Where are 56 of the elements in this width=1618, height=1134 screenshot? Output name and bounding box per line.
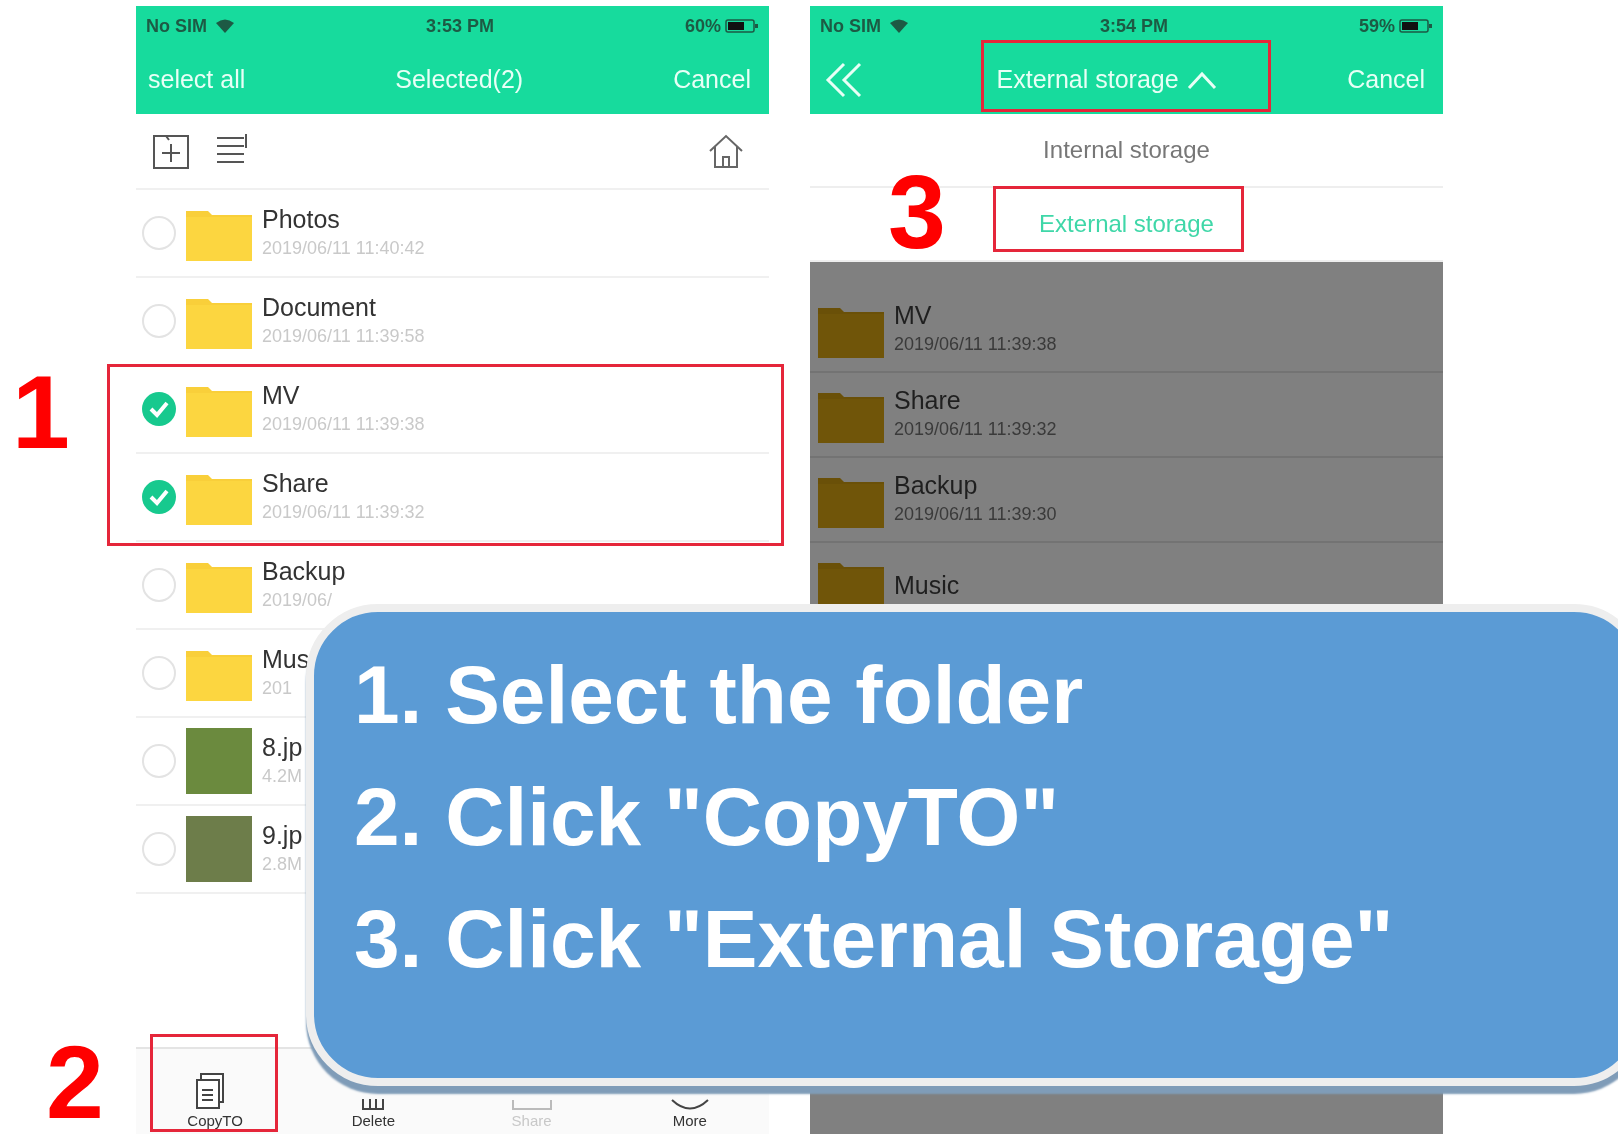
header-title: Selected(2): [395, 64, 524, 96]
selection-circle[interactable]: [142, 568, 176, 602]
wifi-icon: [889, 18, 909, 34]
tab-bar-item[interactable]: More: [610, 1088, 769, 1134]
status-time: 3:54 PM: [1099, 14, 1168, 38]
instruction-line: 2. Click "CopyTO": [354, 770, 1061, 864]
trash-icon: [362, 1098, 385, 1110]
file-date: 2019/06/11 11:39:32: [894, 418, 1057, 442]
selection-circle[interactable]: [142, 744, 176, 778]
carrier-label: No SIM: [146, 14, 207, 38]
status-time: 3:53 PM: [425, 14, 494, 38]
file-name: Music: [894, 569, 960, 600]
battery-percent: 60%: [684, 14, 721, 38]
file-name: Photos: [262, 203, 341, 234]
dropdown-option[interactable]: Internal storage: [1043, 132, 1210, 168]
step-number: 2: [46, 1030, 104, 1134]
instruction-line: 1. Select the folder: [354, 648, 1085, 742]
photo-placeholder: [186, 728, 252, 794]
file-name: Backup: [262, 555, 346, 586]
file-date: 2019/06/11 11:39:38: [894, 333, 1057, 357]
file-name: 9.jp: [262, 819, 303, 850]
file-name: Mus: [262, 643, 310, 674]
battery-icon: [725, 18, 759, 34]
step-number: 3: [888, 160, 946, 264]
tab-bar-item[interactable]: CopyTO: [136, 1049, 295, 1134]
dropdown-option[interactable]: External storage: [1039, 206, 1214, 242]
select-all-button[interactable]: select all: [148, 61, 246, 99]
selection-circle[interactable]: [142, 216, 176, 250]
selection-circle[interactable]: [142, 392, 176, 426]
file-name: MV: [894, 300, 933, 331]
file-name: 8.jp: [262, 731, 303, 762]
selection-circle[interactable]: [142, 304, 176, 338]
cancel-button[interactable]: Cancel: [1347, 61, 1425, 99]
selection-circle[interactable]: [142, 832, 176, 866]
add-folder-icon[interactable]: [152, 132, 192, 170]
caret-icon: [1186, 70, 1217, 90]
file-date: 2019/06/11 11:39:30: [894, 503, 1057, 527]
instruction-line: 3. Click "External Storage": [354, 892, 1395, 986]
file-name: Share: [262, 467, 330, 498]
battery-percent: 59%: [1358, 14, 1395, 38]
tab-bar-item[interactable]: Delete: [294, 1088, 453, 1134]
selection-circle[interactable]: [142, 656, 176, 690]
wifi-icon: [215, 18, 235, 34]
cancel-button[interactable]: Cancel: [673, 61, 751, 99]
file-name: MV: [262, 379, 301, 410]
file-name: Backup: [894, 470, 979, 501]
storage-dropdown-toggle[interactable]: External storage: [996, 61, 1217, 99]
photo-placeholder: [186, 816, 252, 882]
step-number: 1: [12, 360, 70, 464]
carrier-label: No SIM: [820, 14, 881, 38]
battery-icon: [1399, 18, 1433, 34]
tray-icon: [511, 1099, 552, 1110]
file-name: Share: [894, 385, 962, 416]
selection-circle[interactable]: [142, 480, 176, 514]
file-name: Document: [262, 291, 377, 322]
home-icon[interactable]: [707, 132, 745, 170]
